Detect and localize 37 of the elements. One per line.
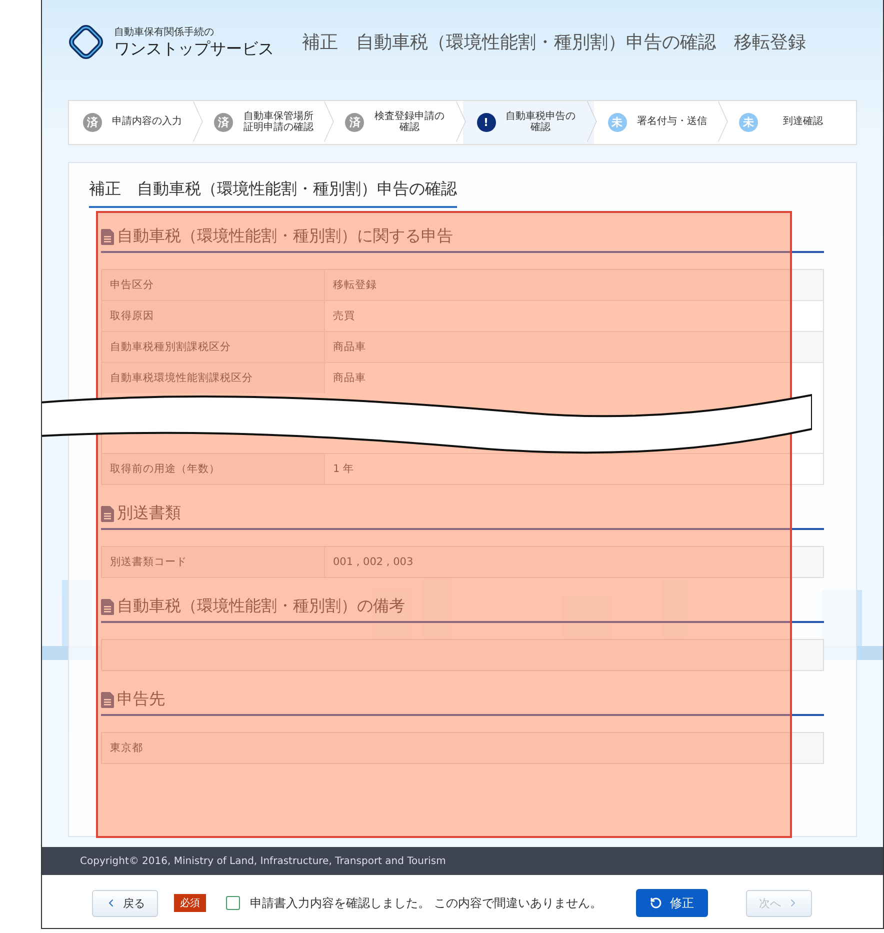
section-title: 補正 自動車税（環境性能割・種別割）申告の確認 <box>89 179 457 208</box>
table-cell: 自動車税環境性能割課税区分 <box>102 363 325 393</box>
document-icon <box>101 598 115 614</box>
undo-icon <box>650 897 662 909</box>
table-cell: 取得前の用途（年数） <box>102 454 325 484</box>
heading-text: 自動車税（環境性能割・種別割）の備考 <box>117 596 405 617</box>
table-cell: 取得原因 <box>102 301 325 331</box>
fix-button[interactable]: 修正 <box>636 889 708 917</box>
required-tag: 必須 <box>174 894 206 912</box>
heading-text: 自動車税（環境性能割・種別割）に関する申告 <box>117 226 453 247</box>
document-icon <box>101 692 115 708</box>
table-cell: 申告区分 <box>102 270 325 300</box>
page-title: 補正 自動車税（環境性能割・種別割）申告の確認 移転登録 <box>302 31 806 54</box>
confirm-checkbox[interactable]: 申請書入力内容を確認しました。 この内容で間違いありません。 <box>226 894 602 912</box>
logo-icon <box>66 22 106 62</box>
table-cell: 東京都 <box>102 733 823 763</box>
back-button[interactable]: 戻る <box>92 890 158 916</box>
document-icon <box>101 228 115 244</box>
step-badge: 済 <box>345 113 364 132</box>
step-badge: 済 <box>83 113 102 132</box>
heading-text: 申告先 <box>117 689 165 710</box>
table-cell: 商品車 <box>325 332 823 362</box>
step-badge: 未 <box>738 113 758 132</box>
step-badge: 未 <box>608 113 627 132</box>
table-cell: 移転登録 <box>325 270 823 300</box>
step-badge: 済 <box>214 113 234 132</box>
copyright-text: Copyright© 2016, Ministry of Land, Infrastructure, Transport and Tourism <box>80 856 446 866</box>
document-icon <box>101 506 115 522</box>
logo-name: ワンストップサービス <box>114 38 274 60</box>
progress-step: ! 自動車税申告の確認 <box>462 101 594 144</box>
table-cell: 自動車税種別割課税区分 <box>102 332 325 362</box>
checkbox[interactable] <box>226 896 240 910</box>
table-cell: 別送書類コード <box>102 547 325 577</box>
table-cell: 001 , 002 , 003 <box>325 547 823 577</box>
heading-text: 別送書類 <box>117 503 181 524</box>
step-badge: ! <box>476 113 496 132</box>
logo-caption: 自動車保有関係手続の <box>114 26 215 38</box>
